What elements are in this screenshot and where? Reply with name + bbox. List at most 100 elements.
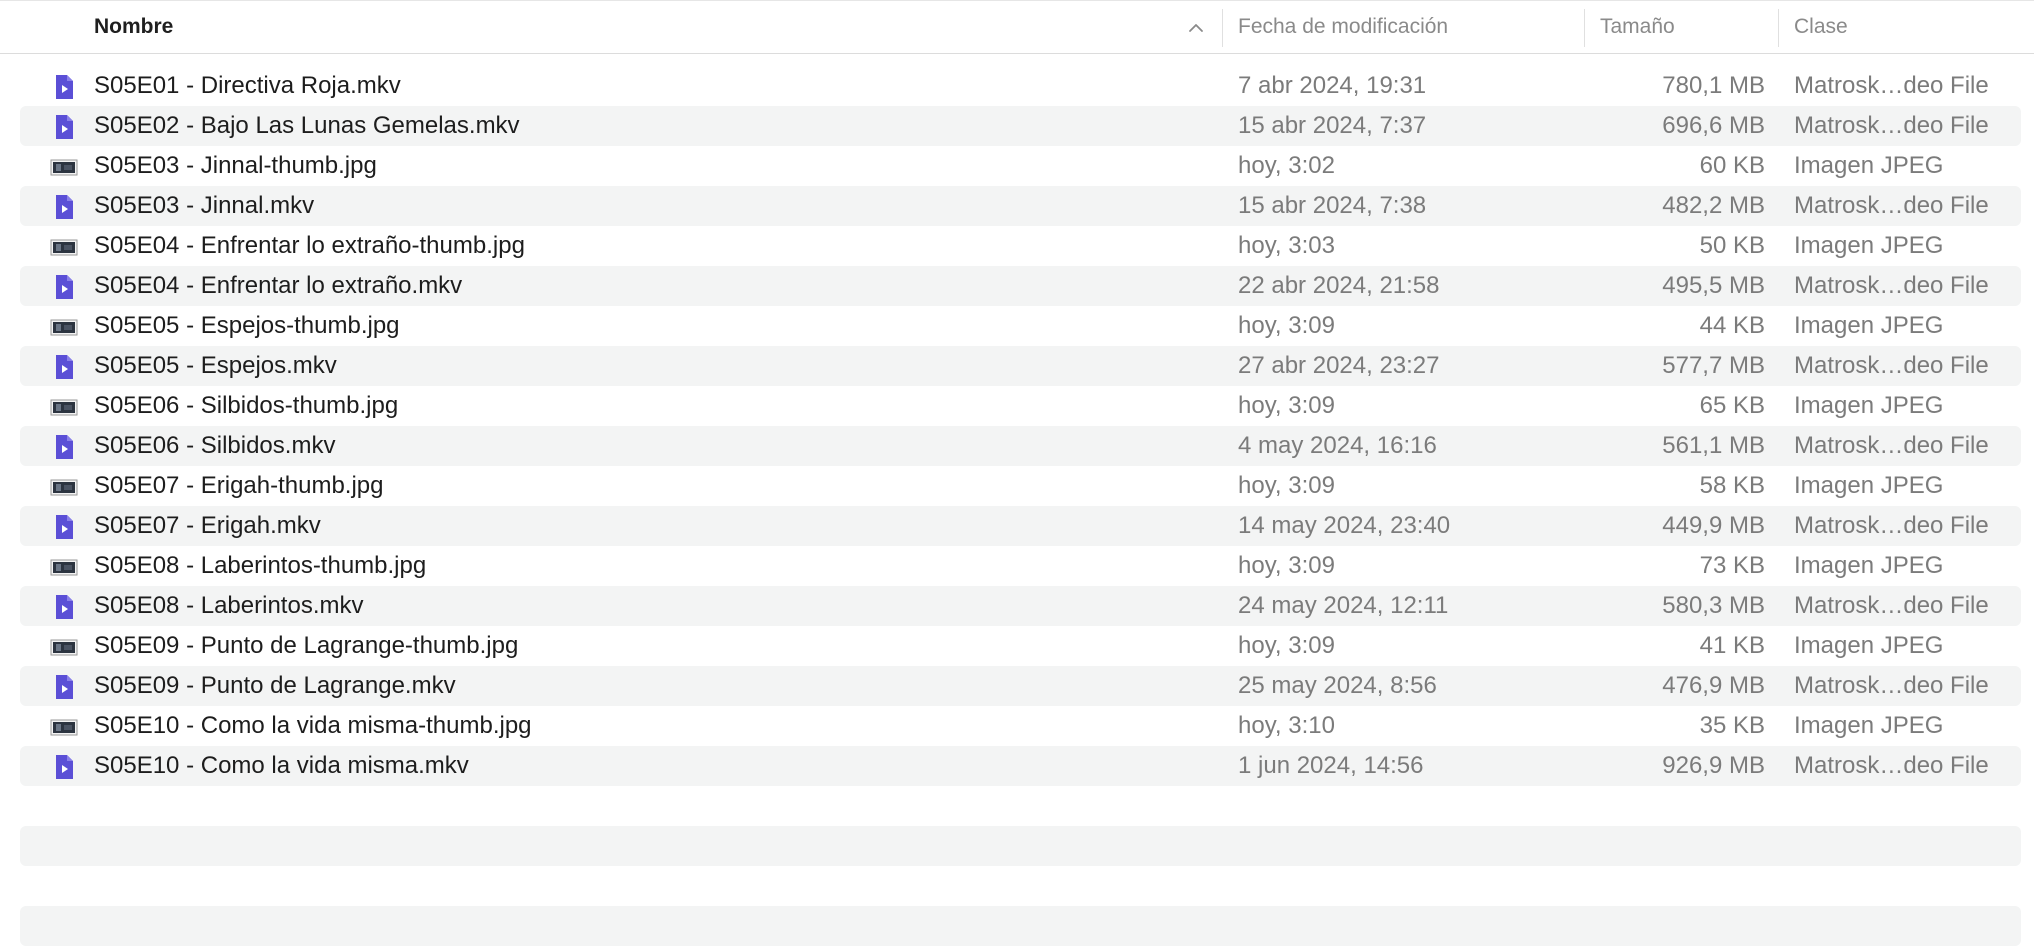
file-modified-date: 4 may 2024, 16:16 — [1238, 432, 1437, 459]
file-name: S05E07 - Erigah-thumb.jpg — [94, 472, 384, 499]
file-modified-date: hoy, 3:09 — [1238, 632, 1335, 659]
mkv-file-icon — [52, 273, 76, 299]
file-row[interactable]: S05E03 - Jinnal-thumb.jpg hoy, 3:02 60 KB I… — [20, 146, 2021, 186]
file-modified-date: 14 may 2024, 23:40 — [1238, 512, 1451, 539]
file-size: 780,1 MB — [1662, 72, 1765, 99]
file-row[interactable]: S05E01 - Directiva Roja.mkv 7 abr 2024, 1… — [20, 66, 2021, 106]
file-kind: Imagen JPEG — [1794, 712, 1944, 739]
jpeg-thumbnail-icon — [50, 553, 78, 579]
file-row[interactable]: S05E02 - Bajo Las Lunas Gemelas.mkv 15 ab… — [20, 106, 2021, 146]
file-kind: Imagen JPEG — [1794, 472, 1944, 499]
column-divider[interactable] — [1222, 9, 1223, 47]
file-name: S05E04 - Enfrentar lo extraño.mkv — [94, 272, 463, 299]
file-size: 561,1 MB — [1662, 432, 1765, 459]
file-kind: Matrosk…deo File — [1794, 752, 1989, 779]
file-kind: Matrosk…deo File — [1794, 112, 1989, 139]
file-name: S05E10 - Como la vida misma.mkv — [94, 752, 469, 779]
file-modified-date: hoy, 3:10 — [1238, 712, 1335, 739]
jpeg-thumbnail-icon — [50, 153, 78, 179]
file-modified-date: hoy, 3:09 — [1238, 472, 1335, 499]
file-row[interactable]: S05E05 - Espejos-thumb.jpg hoy, 3:09 44 KB… — [20, 306, 2021, 346]
jpeg-thumbnail-icon — [50, 473, 78, 499]
file-modified-date: hoy, 3:09 — [1238, 392, 1335, 419]
mkv-file-icon — [52, 113, 76, 139]
file-name: S05E02 - Bajo Las Lunas Gemelas.mkv — [94, 112, 520, 139]
file-row[interactable]: S05E09 - Punto de Lagrange.mkv 25 may 202… — [20, 666, 2021, 706]
file-name: S05E08 - Laberintos.mkv — [94, 592, 364, 619]
file-size: 495,5 MB — [1662, 272, 1765, 299]
jpeg-thumbnail-icon — [50, 393, 78, 419]
file-size: 73 KB — [1699, 552, 1765, 579]
file-size: 50 KB — [1699, 232, 1765, 259]
mkv-file-icon — [52, 673, 76, 699]
file-name: S05E06 - Silbidos-thumb.jpg — [94, 392, 399, 419]
file-name: S05E03 - Jinnal.mkv — [94, 192, 315, 219]
file-size: 577,7 MB — [1662, 352, 1765, 379]
jpeg-thumbnail-icon — [50, 313, 78, 339]
file-kind: Imagen JPEG — [1794, 312, 1944, 339]
file-size: 696,6 MB — [1662, 112, 1765, 139]
file-row[interactable]: S05E09 - Punto de Lagrange-thumb.jpg hoy,… — [20, 626, 2021, 666]
file-size: 926,9 MB — [1662, 752, 1765, 779]
column-header-size[interactable]: Tamaño — [1600, 1, 1778, 54]
mkv-file-icon — [52, 433, 76, 459]
file-kind: Matrosk…deo File — [1794, 432, 1989, 459]
file-row[interactable]: S05E10 - Como la vida misma.mkv 1 jun 202… — [20, 746, 2021, 786]
finder-list-view: Nombre Fecha de modificación Tamaño Clas… — [0, 0, 2034, 948]
empty-row — [20, 906, 2021, 946]
file-name: S05E10 - Como la vida misma-thumb.jpg — [94, 712, 532, 739]
file-kind: Matrosk…deo File — [1794, 672, 1989, 699]
file-name: S05E03 - Jinnal-thumb.jpg — [94, 152, 377, 179]
file-row[interactable]: S05E04 - Enfrentar lo extraño.mkv 22 abr … — [20, 266, 2021, 306]
file-kind: Imagen JPEG — [1794, 232, 1944, 259]
column-header-name[interactable]: Nombre — [94, 1, 1219, 54]
file-row[interactable]: S05E07 - Erigah-thumb.jpg hoy, 3:09 58 KB I… — [20, 466, 2021, 506]
mkv-file-icon — [52, 593, 76, 619]
file-kind: Matrosk…deo File — [1794, 512, 1989, 539]
file-size: 58 KB — [1699, 472, 1765, 499]
file-row[interactable]: S05E07 - Erigah.mkv 14 may 2024, 23:40 449… — [20, 506, 2021, 546]
file-size: 476,9 MB — [1662, 672, 1765, 699]
mkv-file-icon — [52, 753, 76, 779]
file-modified-date: 7 abr 2024, 19:31 — [1238, 72, 1427, 99]
file-row[interactable]: S05E06 - Silbidos.mkv 4 may 2024, 16:16 56… — [20, 426, 2021, 466]
file-name: S05E09 - Punto de Lagrange.mkv — [94, 672, 456, 699]
file-kind: Matrosk…deo File — [1794, 592, 1989, 619]
file-row[interactable]: S05E03 - Jinnal.mkv 15 abr 2024, 7:38 482,… — [20, 186, 2021, 226]
file-name: S05E08 - Laberintos-thumb.jpg — [94, 552, 427, 579]
mkv-file-icon — [52, 353, 76, 379]
file-modified-date: 27 abr 2024, 23:27 — [1238, 352, 1440, 379]
file-kind: Matrosk…deo File — [1794, 192, 1989, 219]
file-modified-date: hoy, 3:09 — [1238, 552, 1335, 579]
file-name: S05E09 - Punto de Lagrange-thumb.jpg — [94, 632, 519, 659]
chevron-up-icon[interactable] — [1186, 18, 1206, 38]
file-row[interactable]: S05E08 - Laberintos-thumb.jpg hoy, 3:09 73… — [20, 546, 2021, 586]
file-row[interactable]: S05E04 - Enfrentar lo extraño-thumb.jpg h… — [20, 226, 2021, 266]
file-size: 35 KB — [1699, 712, 1765, 739]
column-header-bar: Nombre Fecha de modificación Tamaño Clas… — [0, 0, 2034, 54]
file-modified-date: 15 abr 2024, 7:37 — [1238, 112, 1427, 139]
file-row[interactable]: S05E08 - Laberintos.mkv 24 may 2024, 12:1… — [20, 586, 2021, 626]
column-divider[interactable] — [1778, 9, 1779, 47]
jpeg-thumbnail-icon — [50, 713, 78, 739]
file-name: S05E05 - Espejos-thumb.jpg — [94, 312, 400, 339]
file-name: S05E04 - Enfrentar lo extraño-thumb.jpg — [94, 232, 525, 259]
file-kind: Imagen JPEG — [1794, 552, 1944, 579]
column-header-kind[interactable]: Clase — [1794, 1, 2034, 54]
file-name: S05E06 - Silbidos.mkv — [94, 432, 336, 459]
file-list: S05E01 - Directiva Roja.mkv 7 abr 2024, 1… — [0, 66, 2034, 786]
file-kind: Imagen JPEG — [1794, 152, 1944, 179]
file-kind: Matrosk…deo File — [1794, 272, 1989, 299]
jpeg-thumbnail-icon — [50, 233, 78, 259]
file-modified-date: hoy, 3:03 — [1238, 232, 1335, 259]
file-name: S05E01 - Directiva Roja.mkv — [94, 72, 401, 99]
file-modified-date: hoy, 3:09 — [1238, 312, 1335, 339]
column-header-date[interactable]: Fecha de modificación — [1238, 1, 1586, 54]
file-size: 65 KB — [1699, 392, 1765, 419]
mkv-file-icon — [52, 73, 76, 99]
file-row[interactable]: S05E10 - Como la vida misma-thumb.jpg hoy… — [20, 706, 2021, 746]
file-modified-date: 1 jun 2024, 14:56 — [1238, 752, 1424, 779]
column-divider[interactable] — [1584, 9, 1585, 47]
file-row[interactable]: S05E06 - Silbidos-thumb.jpg hoy, 3:09 65 K… — [20, 386, 2021, 426]
file-row[interactable]: S05E05 - Espejos.mkv 27 abr 2024, 23:27 57… — [20, 346, 2021, 386]
